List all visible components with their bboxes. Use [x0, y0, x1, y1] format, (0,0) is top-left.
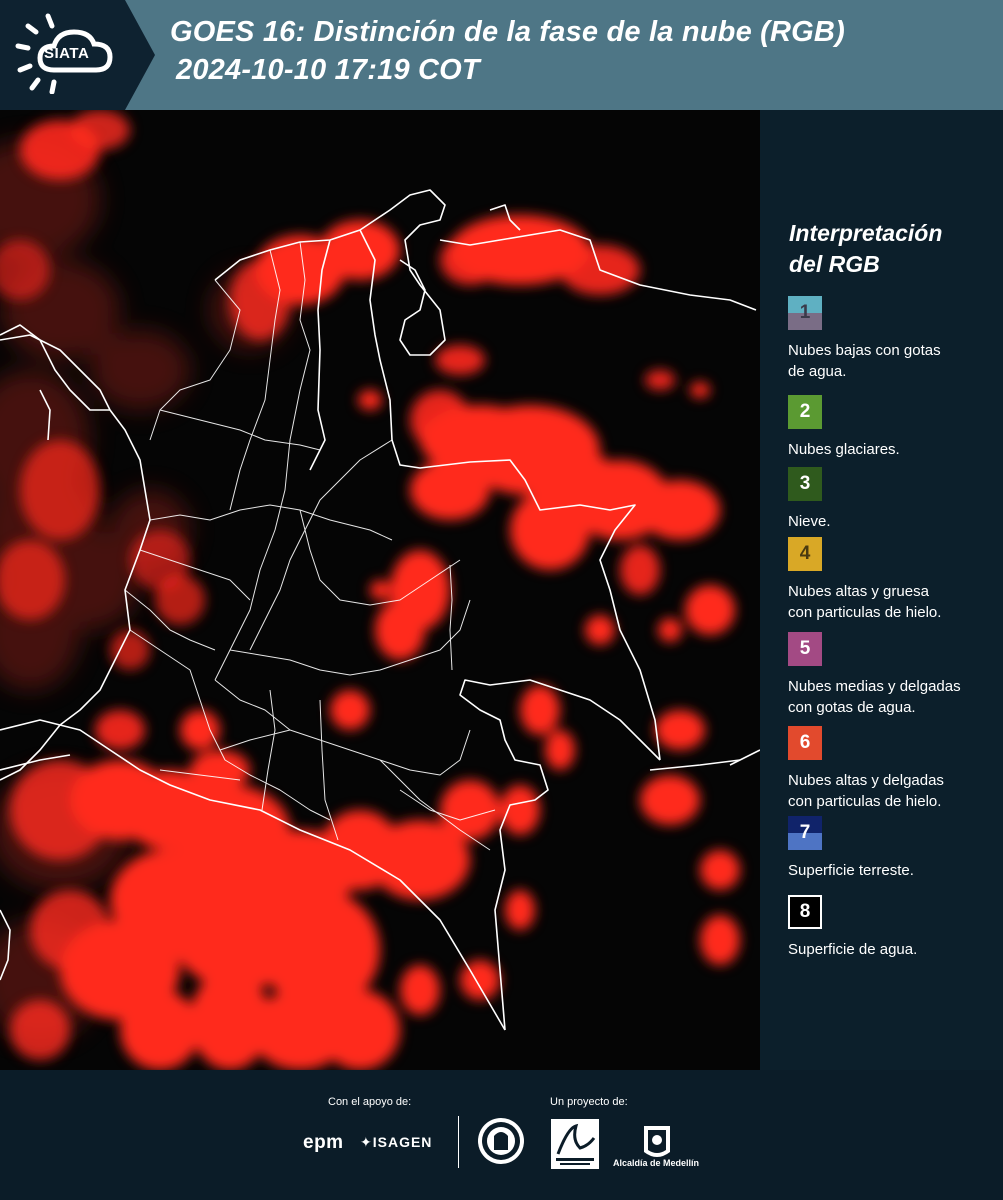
logo-text: SIATA	[44, 45, 90, 62]
cloud-blob	[10, 760, 110, 860]
siata-logo: SIATA	[0, 0, 155, 110]
cloud-blob	[440, 780, 500, 840]
legend-label-5: Nubes medias y delgadas con gotas de agua…	[788, 678, 961, 716]
cloud-blob	[110, 630, 150, 670]
medellin-seal-icon	[478, 1118, 524, 1164]
legend-panel: Interpretación del RGB 1 Nubes bajas con …	[760, 110, 1003, 1070]
cloud-blob	[120, 990, 200, 1070]
cloud-blob	[460, 960, 500, 1000]
cloud-blob	[658, 618, 682, 642]
cloud-blob	[10, 1000, 70, 1060]
cloud-blob	[620, 545, 660, 595]
legend-swatch-8: 8	[788, 895, 822, 929]
cloud-blob	[510, 490, 590, 570]
legend-item-1: 1 Nubes bajas con gotas de agua.	[788, 296, 993, 382]
cloud-blob	[585, 615, 615, 645]
cloud-blob	[30, 890, 110, 970]
cloud-blob	[520, 685, 560, 735]
legend-title-line2: del RGB	[789, 251, 880, 277]
legend-swatch-7: 7	[788, 816, 822, 850]
legend-label-4: Nubes altas y gruesa con particulas de hi…	[788, 583, 942, 621]
legend-item-6: 6 Nubes altas y delgadas con particulas de…	[788, 726, 993, 812]
cloud-blob	[375, 600, 425, 660]
legend-item-4: 4 Nubes altas y gruesa con particulas de h…	[788, 537, 993, 623]
cloud-blob	[435, 345, 485, 375]
page-timestamp: 2024-10-10 17:19 COT	[176, 54, 480, 86]
legend-title-line1: Interpretación	[789, 220, 943, 246]
cloud-blob	[370, 580, 390, 600]
cloud-blob	[190, 970, 270, 1070]
legend-swatch-5: 5	[788, 632, 822, 666]
cloud-blob	[440, 235, 500, 285]
isagen-label: ISAGEN	[372, 1134, 433, 1150]
legend-label-1: Nubes bajas con gotas de agua.	[788, 342, 941, 380]
legend-item-5: 5 Nubes medias y delgadas con gotas de agu…	[788, 632, 993, 718]
cloud-blob	[358, 390, 382, 410]
haze-blob	[90, 330, 190, 410]
legend-swatch-2: 2	[788, 395, 822, 429]
cloud-blob	[700, 915, 740, 965]
footer-divider	[458, 1116, 459, 1168]
cloud-blob	[505, 890, 535, 930]
isagen-star-icon: ✦	[360, 1134, 373, 1150]
page-title: GOES 16: Distinción de la fase de la nub…	[170, 16, 845, 48]
legend-label-3: Nieve.	[788, 513, 831, 530]
legend-title: Interpretación del RGB	[789, 218, 942, 280]
legend-item-7: 7 Superficie terreste.	[788, 816, 993, 881]
legend-label-6: Nubes altas y delgadas con particulas de …	[788, 772, 944, 810]
legend-swatch-4: 4	[788, 537, 822, 571]
alcaldia-label: Alcaldía de Medellín	[613, 1158, 700, 1168]
legend-label-2: Nubes glaciares.	[788, 441, 900, 458]
cloud-blob	[700, 850, 740, 890]
satellite-image	[0, 110, 760, 1070]
cloud-blob	[500, 785, 540, 835]
cloud-blob	[545, 730, 575, 770]
cloud-blob	[320, 990, 400, 1070]
epm-logo: epm	[303, 1132, 344, 1153]
cloud-blob	[655, 710, 705, 750]
cloud-blob	[230, 260, 290, 340]
satellite-map	[0, 110, 760, 1070]
cloud-blob	[95, 710, 145, 750]
cloud-blob	[400, 965, 440, 1015]
cloud-blob	[410, 460, 490, 520]
project-label: Un proyecto de:	[550, 1096, 628, 1108]
cloud-blob	[180, 710, 220, 750]
cloud-blob	[645, 370, 675, 390]
legend-item-3: 3 Nieve.	[788, 467, 993, 532]
cloud-blob	[685, 585, 735, 635]
cloud-blob	[20, 440, 100, 540]
header-banner: SIATA GOES 16: Distinción de la fase de …	[0, 0, 1003, 110]
area-metropolitana-logo-icon	[551, 1119, 599, 1169]
cloud-blob	[330, 690, 370, 730]
legend-swatch-3: 3	[788, 467, 822, 501]
legend-label-7: Superficie terreste.	[788, 862, 914, 879]
legend-swatch-1: 1	[788, 296, 822, 330]
legend-label-8: Superficie de agua.	[788, 941, 918, 958]
cloud-blob	[155, 575, 205, 625]
cloud-blob	[640, 480, 720, 540]
legend-item-2: 2 Nubes glaciares.	[788, 395, 993, 460]
cloud-blob	[70, 110, 130, 150]
support-label: Con el apoyo de:	[328, 1096, 412, 1108]
footer: Con el apoyo de: Un proyecto de: epm ✦IS…	[0, 1070, 1003, 1200]
legend-swatch-6: 6	[788, 726, 822, 760]
cloud-blob	[690, 382, 710, 398]
legend-item-8: 8 Superficie de agua.	[788, 895, 993, 960]
cloud-blob	[640, 775, 700, 825]
isagen-logo: ✦ISAGEN	[360, 1134, 432, 1151]
